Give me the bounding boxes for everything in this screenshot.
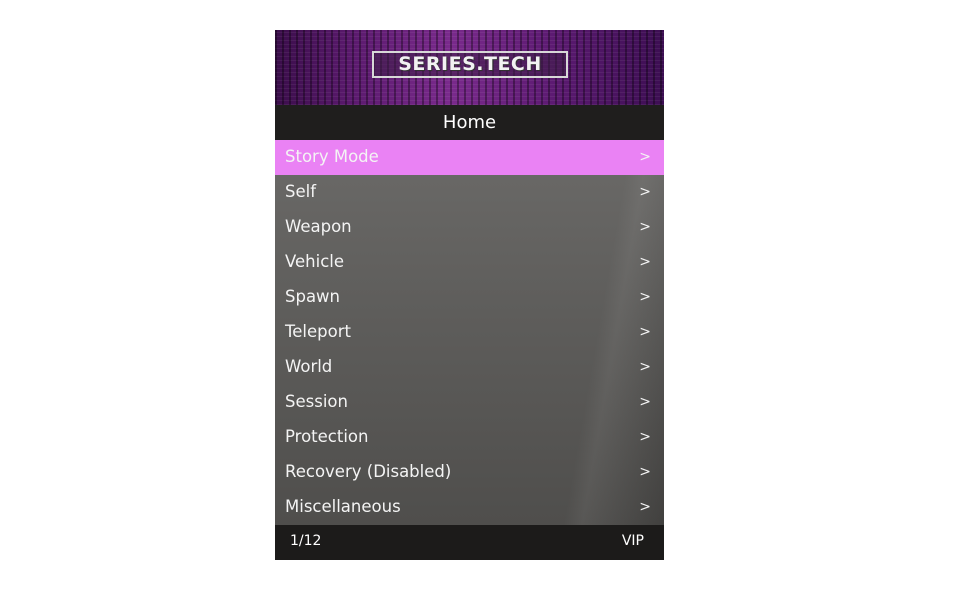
chevron-right-icon: > — [639, 499, 651, 515]
menu-item-label: Teleport — [285, 322, 351, 341]
mod-menu: SERIES.TECH Home Story Mode > Self > Wea… — [275, 30, 664, 560]
page-indicator: 1/12 — [290, 533, 322, 549]
chevron-right-icon: > — [639, 254, 651, 270]
chevron-right-icon: > — [639, 429, 651, 445]
chevron-right-icon: > — [639, 149, 651, 165]
menu-item-self[interactable]: Self > — [275, 175, 664, 210]
menu-item-label: World — [285, 357, 333, 376]
menu-item-label: Story Mode — [285, 147, 379, 166]
menu-item-teleport[interactable]: Teleport > — [275, 315, 664, 350]
menu-item-recovery[interactable]: Recovery (Disabled) > — [275, 455, 664, 490]
menu-item-label: Spawn — [285, 287, 341, 306]
menu-item-story-mode[interactable]: Story Mode > — [275, 140, 664, 175]
menu-item-protection[interactable]: Protection > — [275, 420, 664, 455]
menu-item-label: Self — [285, 182, 317, 201]
series-tech-logo: SERIES.TECH — [372, 51, 568, 78]
menu-item-label: Session — [285, 392, 348, 411]
menu-item-world[interactable]: World > — [275, 350, 664, 385]
chevron-right-icon: > — [639, 359, 651, 375]
tier-badge: VIP — [621, 533, 644, 549]
menu-item-label: Vehicle — [285, 252, 345, 271]
menu-banner: SERIES.TECH — [275, 30, 664, 105]
chevron-right-icon: > — [639, 184, 651, 200]
menu-item-label: Recovery (Disabled) — [285, 462, 452, 481]
chevron-right-icon: > — [639, 219, 651, 235]
menu-item-miscellaneous[interactable]: Miscellaneous > — [275, 490, 664, 525]
menu-item-label: Miscellaneous — [285, 497, 401, 516]
menu-item-weapon[interactable]: Weapon > — [275, 210, 664, 245]
chevron-right-icon: > — [639, 324, 651, 340]
menu-item-vehicle[interactable]: Vehicle > — [275, 245, 664, 280]
chevron-right-icon: > — [639, 394, 651, 410]
menu-title: Home — [275, 105, 664, 140]
menu-item-spawn[interactable]: Spawn > — [275, 280, 664, 315]
menu-footer: 1/12 VIP — [275, 525, 664, 560]
chevron-right-icon: > — [639, 289, 651, 305]
menu-item-session[interactable]: Session > — [275, 385, 664, 420]
menu-item-label: Weapon — [285, 217, 352, 236]
chevron-right-icon: > — [639, 464, 651, 480]
menu-item-label: Protection — [285, 427, 369, 446]
menu-list: Story Mode > Self > Weapon > Vehicle > S… — [275, 140, 664, 525]
